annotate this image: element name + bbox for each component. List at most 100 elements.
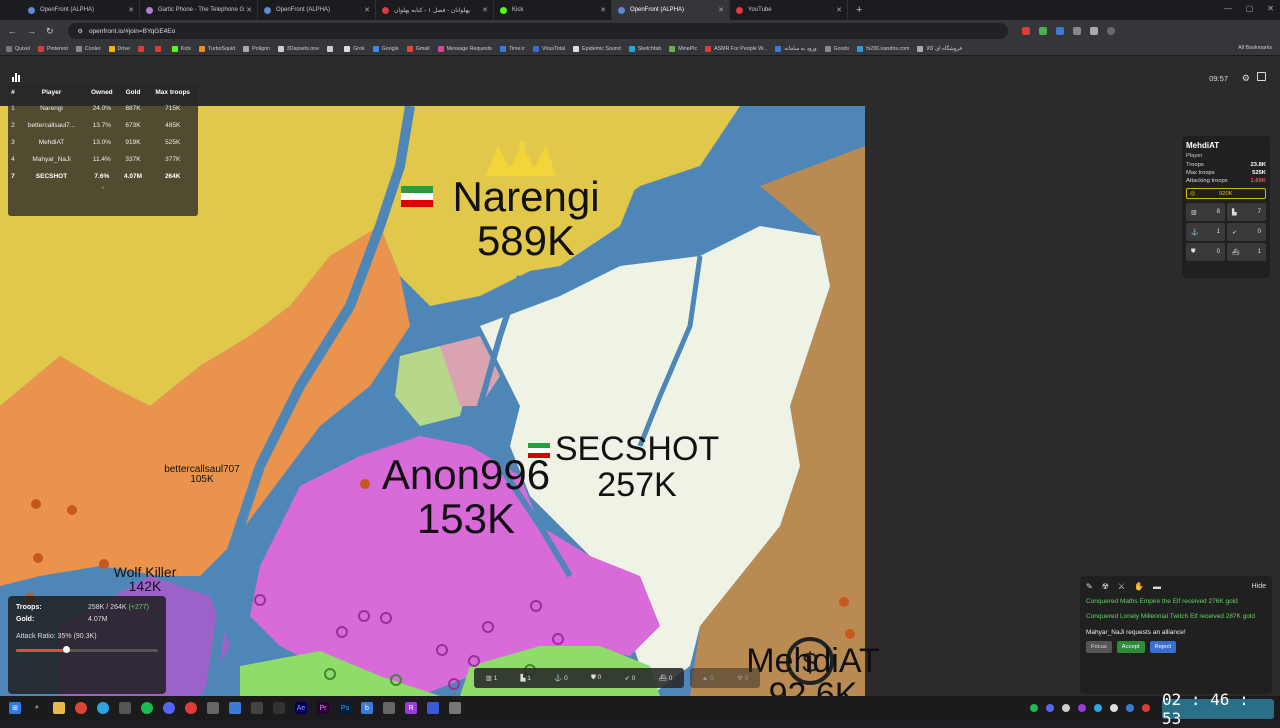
browser-tab[interactable]: Kick ✕: [494, 0, 612, 20]
close-tab-icon[interactable]: ✕: [246, 6, 252, 14]
game-viewport[interactable]: $ Narengi 589K SECSHOT 257K Anon996 153K…: [0, 56, 1280, 696]
spotify-icon[interactable]: [141, 702, 153, 714]
build-button[interactable]: ⚓ 0: [554, 674, 568, 682]
bookmark-item[interactable]: Time.ir: [499, 45, 525, 52]
bookmark-item[interactable]: 3Dassets.one: [277, 45, 319, 52]
bookmark-item[interactable]: ASMR For People W...: [705, 45, 767, 52]
after-effects-icon[interactable]: Ae: [295, 702, 307, 714]
leaderboard-row[interactable]: 2 bettercallsaul7... 13.7% 673K 485K: [8, 117, 198, 134]
tray-icon[interactable]: [1046, 704, 1054, 712]
close-tab-icon[interactable]: ✕: [482, 6, 488, 14]
url-field[interactable]: ⚙ openfront.io/#join=BYqGE4Eo: [67, 23, 1008, 39]
tray-icon[interactable]: [1142, 704, 1150, 712]
bookmark-item[interactable]: Grok: [344, 45, 365, 52]
leaderboard-col-header[interactable]: Max troops: [147, 84, 198, 100]
extension-icon[interactable]: [1038, 27, 1047, 35]
app-icon[interactable]: [449, 702, 461, 714]
app-icon[interactable]: [119, 702, 131, 714]
app-icon[interactable]: [251, 702, 263, 714]
exit-icon[interactable]: [1257, 72, 1266, 81]
maximize-button[interactable]: ▢: [1246, 4, 1254, 13]
bookmark-item[interactable]: Poligon: [243, 45, 270, 52]
chrome-icon[interactable]: [75, 702, 87, 714]
build-button[interactable]: ▲ 0: [702, 675, 714, 682]
discord-icon[interactable]: [163, 702, 175, 714]
search-icon[interactable]: ⌕: [31, 702, 43, 714]
build-button[interactable]: ⛴ 0: [659, 674, 673, 682]
forward-icon[interactable]: →: [27, 26, 36, 37]
build-button[interactable]: ⛊ 0: [591, 674, 601, 682]
extension-icon[interactable]: [1021, 27, 1030, 35]
build-button[interactable]: ☢ 0: [737, 674, 748, 682]
close-tab-icon[interactable]: ✕: [128, 6, 134, 14]
leaderboard-expand-button[interactable]: +: [8, 185, 198, 192]
tray-icon[interactable]: [1094, 704, 1102, 712]
bookmark-item[interactable]: [327, 45, 336, 52]
bookmark-item[interactable]: Sketchfab: [628, 45, 661, 52]
sword-icon[interactable]: ⚔: [1118, 582, 1125, 591]
leaderboard-col-header[interactable]: Player: [18, 84, 85, 100]
bookmark-item[interactable]: [154, 45, 164, 52]
minimize-button[interactable]: —: [1224, 4, 1232, 13]
bookmark-item[interactable]: Kick: [171, 45, 191, 52]
app-icon[interactable]: [383, 702, 395, 714]
reload-icon[interactable]: ↻: [46, 26, 54, 37]
close-tab-icon[interactable]: ✕: [718, 6, 724, 14]
gear-icon[interactable]: ⚙: [1242, 73, 1250, 84]
bookmark-item[interactable]: Google: [372, 45, 399, 52]
app-icon[interactable]: [273, 702, 285, 714]
premiere-icon[interactable]: Pr: [317, 702, 329, 714]
tray-icon[interactable]: [1110, 704, 1118, 712]
bookmark-item[interactable]: Epidemic Sound: [573, 45, 621, 52]
hide-events-button[interactable]: Hide: [1252, 583, 1266, 590]
bookmark-item[interactable]: MinePic: [669, 45, 697, 52]
chat-icon[interactable]: ▬: [1153, 582, 1161, 591]
bookmark-item[interactable]: Cooler: [75, 45, 101, 52]
close-tab-icon[interactable]: ✕: [836, 6, 842, 14]
browser-tab[interactable]: پهلوانان - فصل ۱ - کتابه پهلوان ✕: [376, 0, 494, 20]
bookmark-item[interactable]: Gmail: [406, 45, 430, 52]
app-icon[interactable]: [185, 702, 197, 714]
close-window-button[interactable]: ✕: [1267, 4, 1274, 13]
tray-icon[interactable]: [1030, 704, 1038, 712]
handshake-icon[interactable]: ✋: [1134, 582, 1144, 591]
bookmark-item[interactable]: fs236.irandns.com: [857, 45, 909, 52]
browser-tab[interactable]: Gartic Phone - The Telephone G ✕: [140, 0, 258, 20]
accept-button[interactable]: Accept: [1116, 641, 1145, 654]
focus-button[interactable]: Focus: [1086, 641, 1112, 654]
app-icon[interactable]: [207, 702, 219, 714]
bookmark-item[interactable]: ورود به سامانه: [775, 45, 817, 52]
profile-avatar[interactable]: [1106, 27, 1115, 35]
reject-button[interactable]: Reject: [1149, 641, 1176, 654]
pencil-icon[interactable]: ✎: [1086, 582, 1093, 591]
browser-tab[interactable]: YouTube ✕: [730, 0, 848, 20]
tray-icon[interactable]: [1078, 704, 1086, 712]
app-icon[interactable]: [229, 702, 241, 714]
browser-tab[interactable]: OpenFront (ALPHA) ✕: [258, 0, 376, 20]
build-button[interactable]: ▙ 1: [520, 674, 530, 682]
leaderboard-row[interactable]: 3 MehdiAT 13.0% 919K 525K: [8, 134, 198, 151]
telegram-icon[interactable]: [97, 702, 109, 714]
extension-icon[interactable]: [1089, 27, 1098, 35]
photoshop-icon[interactable]: Ps: [339, 702, 351, 714]
leaderboard-col-header[interactable]: Owned: [85, 84, 119, 100]
nuke-icon[interactable]: ☢: [1102, 582, 1109, 591]
build-button[interactable]: ➶ 0: [625, 674, 636, 682]
extension-icon[interactable]: [1055, 27, 1064, 35]
attack-ratio-slider[interactable]: [16, 646, 158, 653]
extension-icon[interactable]: [1072, 27, 1081, 35]
bookmark-item[interactable]: [137, 45, 147, 52]
leaderboard-row[interactable]: 4 Mahyar_NaJi 11.4% 337K 377K: [8, 151, 198, 168]
bookmark-item[interactable]: Goods: [824, 45, 849, 52]
leaderboard-col-header[interactable]: Gold: [119, 84, 148, 100]
browser-tab[interactable]: OpenFront (ALPHA) ✕: [22, 0, 140, 20]
leaderboard-col-header[interactable]: #: [8, 84, 18, 100]
windows-start-icon[interactable]: ⊞: [9, 702, 21, 714]
blender-icon[interactable]: b: [361, 702, 373, 714]
close-tab-icon[interactable]: ✕: [364, 6, 370, 14]
bookmark-item[interactable]: VirusTotal: [532, 45, 565, 52]
app-icon[interactable]: R: [405, 702, 417, 714]
attack-ratio-handle[interactable]: [62, 646, 70, 653]
tray-icon[interactable]: [1062, 704, 1070, 712]
bookmark-item[interactable]: Quixel: [6, 45, 30, 52]
